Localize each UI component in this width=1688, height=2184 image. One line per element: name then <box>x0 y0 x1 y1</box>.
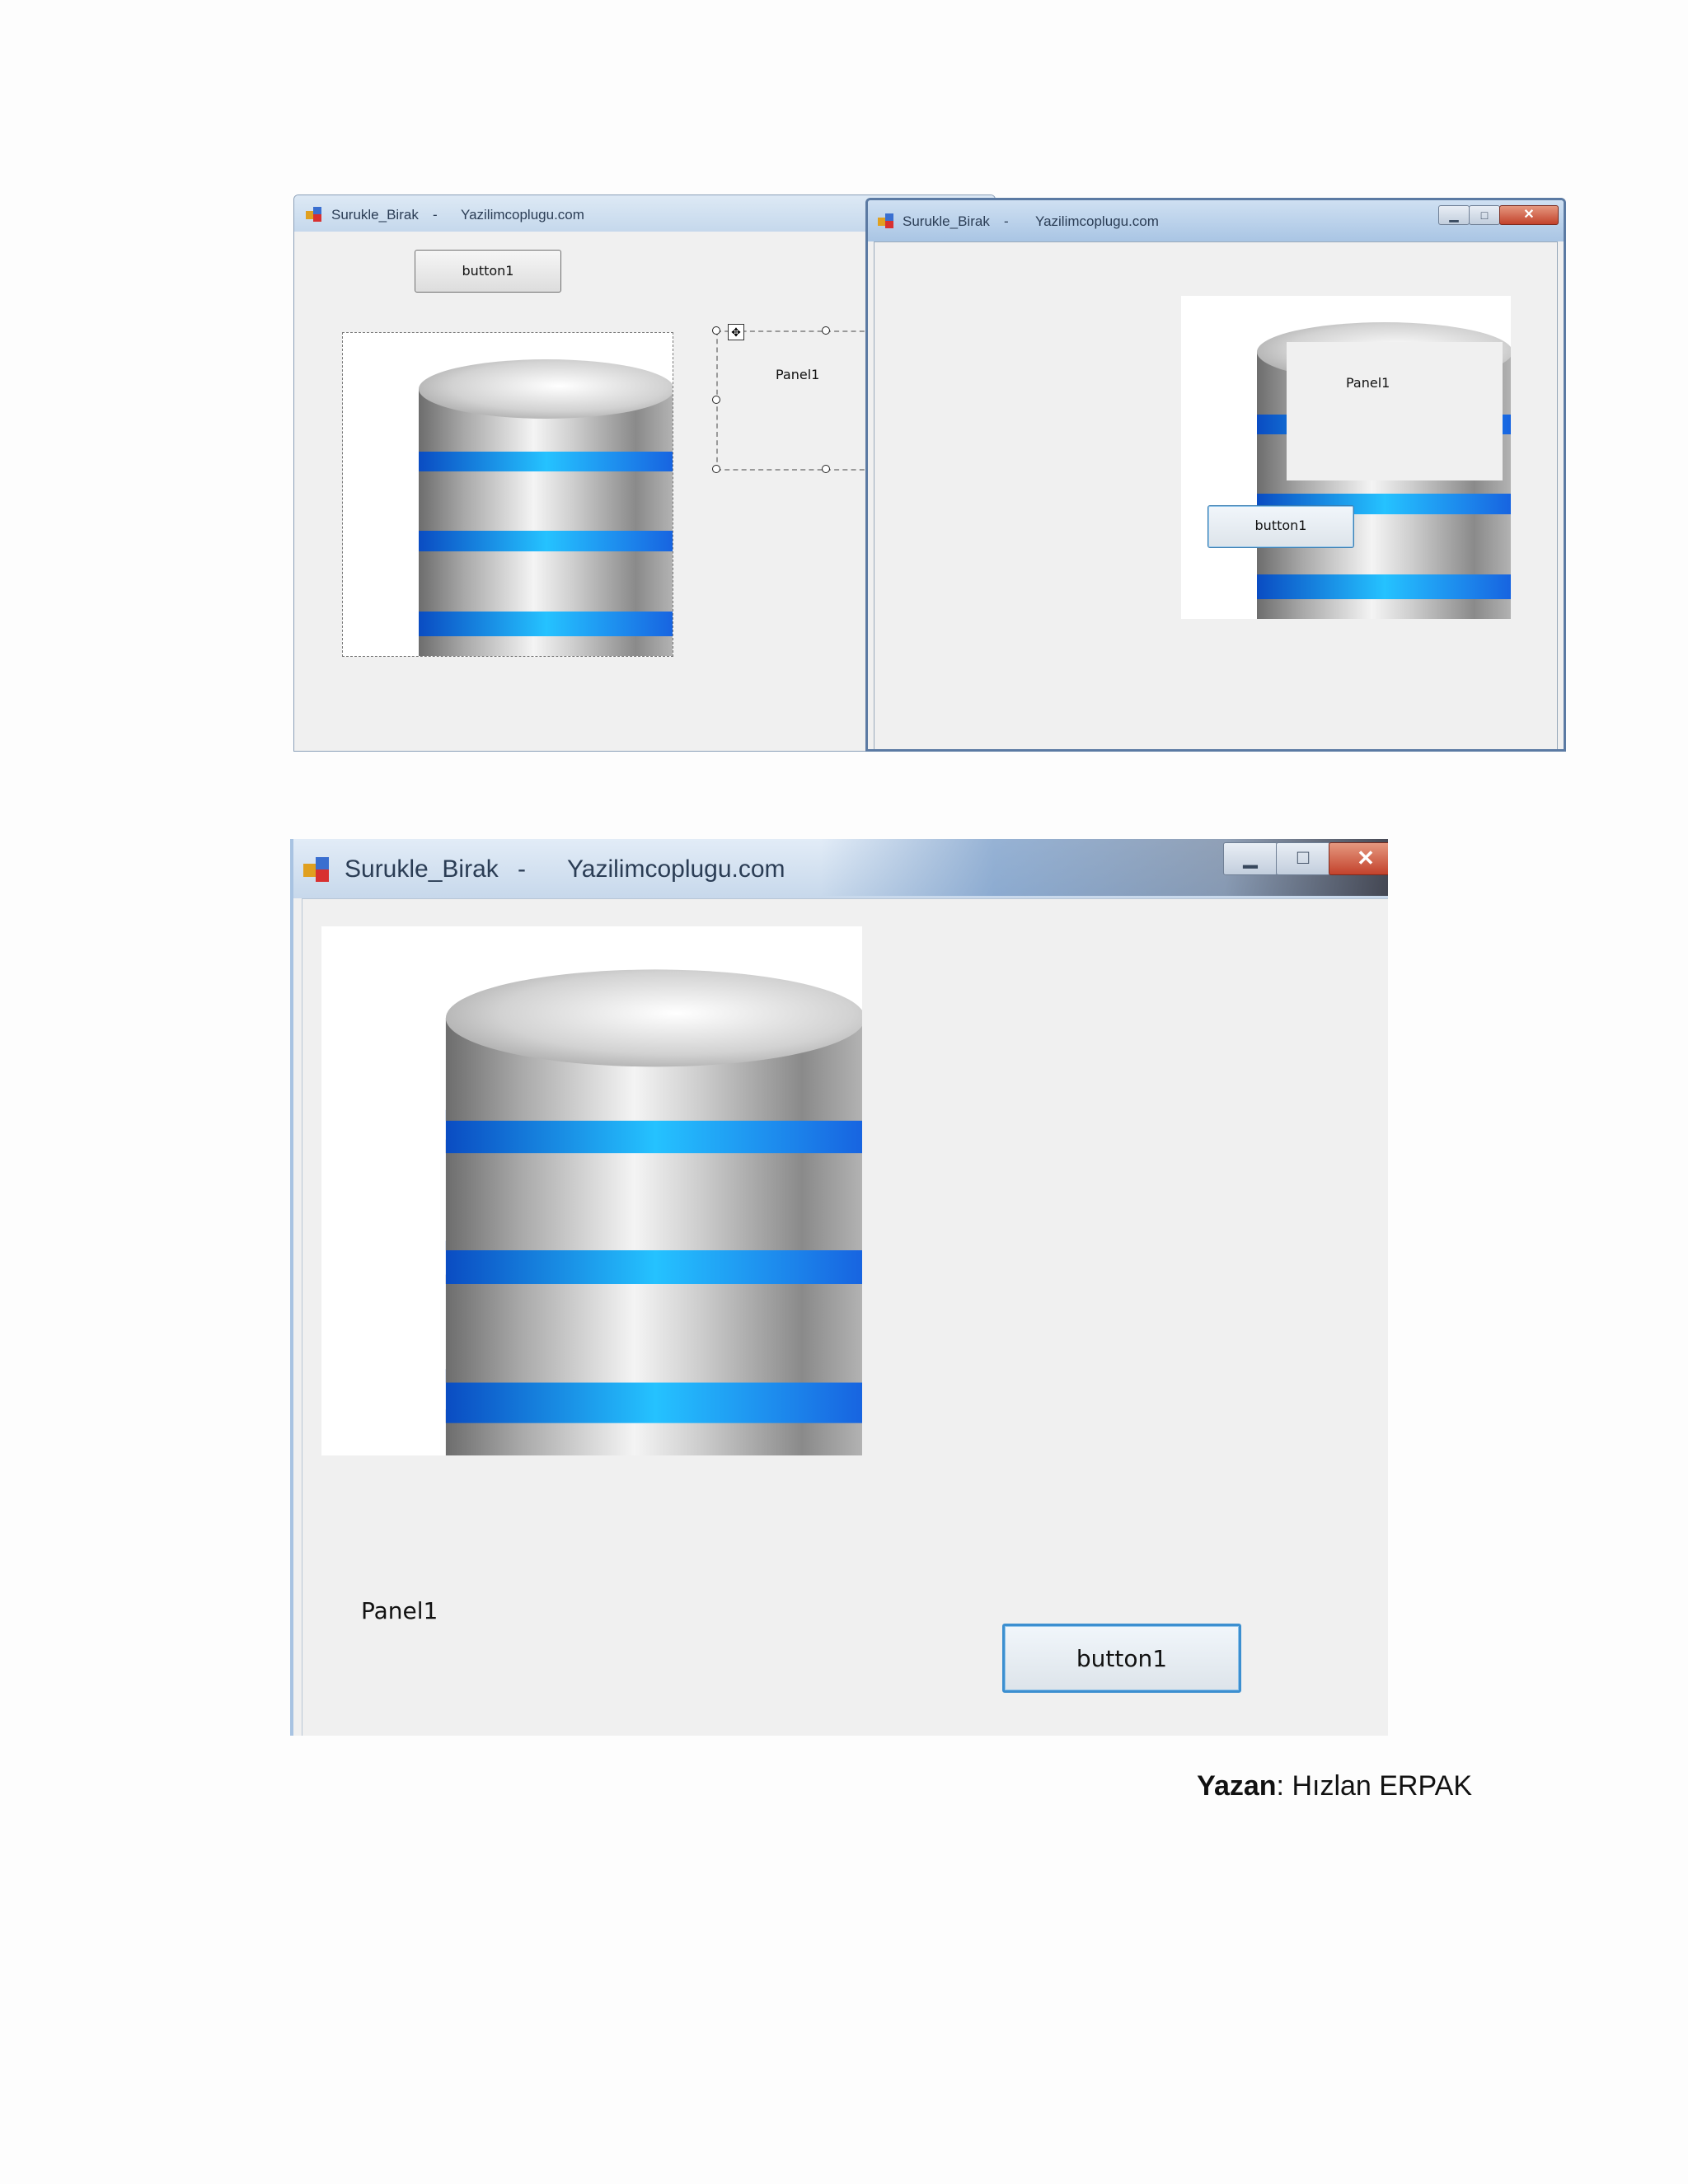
close-button[interactable]: ✕ <box>1499 205 1559 225</box>
maximize-button[interactable]: □ <box>1469 205 1500 225</box>
window-title: Surukle_Birak <box>903 213 990 229</box>
maximize-icon: □ <box>1480 209 1489 222</box>
author-separator: : <box>1276 1770 1292 1802</box>
move-handle-icon[interactable]: ✥ <box>728 324 744 340</box>
close-icon: ✕ <box>1357 846 1375 870</box>
maximize-button[interactable]: □ <box>1276 842 1330 875</box>
minimize-button[interactable]: ▁ <box>1223 842 1278 875</box>
panel1-label: Panel1 <box>776 367 820 382</box>
author-label: Yazan <box>1197 1770 1277 1802</box>
resize-handle[interactable] <box>822 326 830 335</box>
minimize-icon: ▁ <box>1243 847 1258 868</box>
resize-handle[interactable] <box>712 396 720 404</box>
button1[interactable]: button1 <box>1002 1624 1241 1693</box>
close-button[interactable]: ✕ <box>1329 842 1388 875</box>
main-window: Surukle_Birak - Yazilimcoplugu.com ▁ □ ✕… <box>290 839 1388 1736</box>
button1[interactable]: button1 <box>415 250 561 293</box>
author-name: Hızlan ERPAK <box>1292 1770 1472 1802</box>
runtime-window: Surukle_Birak - Yazilimcoplugu.com ▁ □ ✕… <box>865 198 1566 752</box>
title-separator: - <box>433 207 438 223</box>
database-picture-box[interactable] <box>321 926 862 1455</box>
panel1[interactable] <box>1287 342 1503 480</box>
app-icon <box>878 213 894 228</box>
app-icon <box>303 857 330 882</box>
database-image <box>419 359 673 656</box>
title-separator: - <box>1004 213 1009 229</box>
title-separator: - <box>518 855 526 883</box>
button1[interactable]: button1 <box>1207 505 1354 548</box>
resize-handle[interactable] <box>822 465 830 473</box>
panel1[interactable] <box>716 330 873 471</box>
panel1-label: Panel1 <box>1346 375 1390 391</box>
resize-handle[interactable] <box>712 326 720 335</box>
main-title-bar[interactable]: Surukle_Birak - Yazilimcoplugu.com ▁ □ ✕ <box>293 839 1388 898</box>
minimize-icon: ▁ <box>1449 209 1459 222</box>
app-icon <box>306 207 322 222</box>
maximize-icon: □ <box>1296 846 1310 869</box>
author-credit: Yazan: Hızlan ERPAK <box>1197 1770 1472 1802</box>
database-picture-box[interactable] <box>342 332 673 657</box>
title-site: Yazilimcoplugu.com <box>461 207 584 223</box>
title-site: Yazilimcoplugu.com <box>1035 213 1159 229</box>
title-site: Yazilimcoplugu.com <box>567 855 785 883</box>
resize-handle[interactable] <box>712 465 720 473</box>
window-title: Surukle_Birak <box>345 855 499 883</box>
window-title: Surukle_Birak <box>331 207 419 223</box>
runtime-title-bar[interactable]: Surukle_Birak - Yazilimcoplugu.com ▁ □ ✕ <box>868 200 1564 241</box>
close-icon: ✕ <box>1523 208 1535 222</box>
database-image <box>445 969 862 1455</box>
panel1-label: Panel1 <box>361 1597 438 1624</box>
minimize-button[interactable]: ▁ <box>1438 205 1470 225</box>
